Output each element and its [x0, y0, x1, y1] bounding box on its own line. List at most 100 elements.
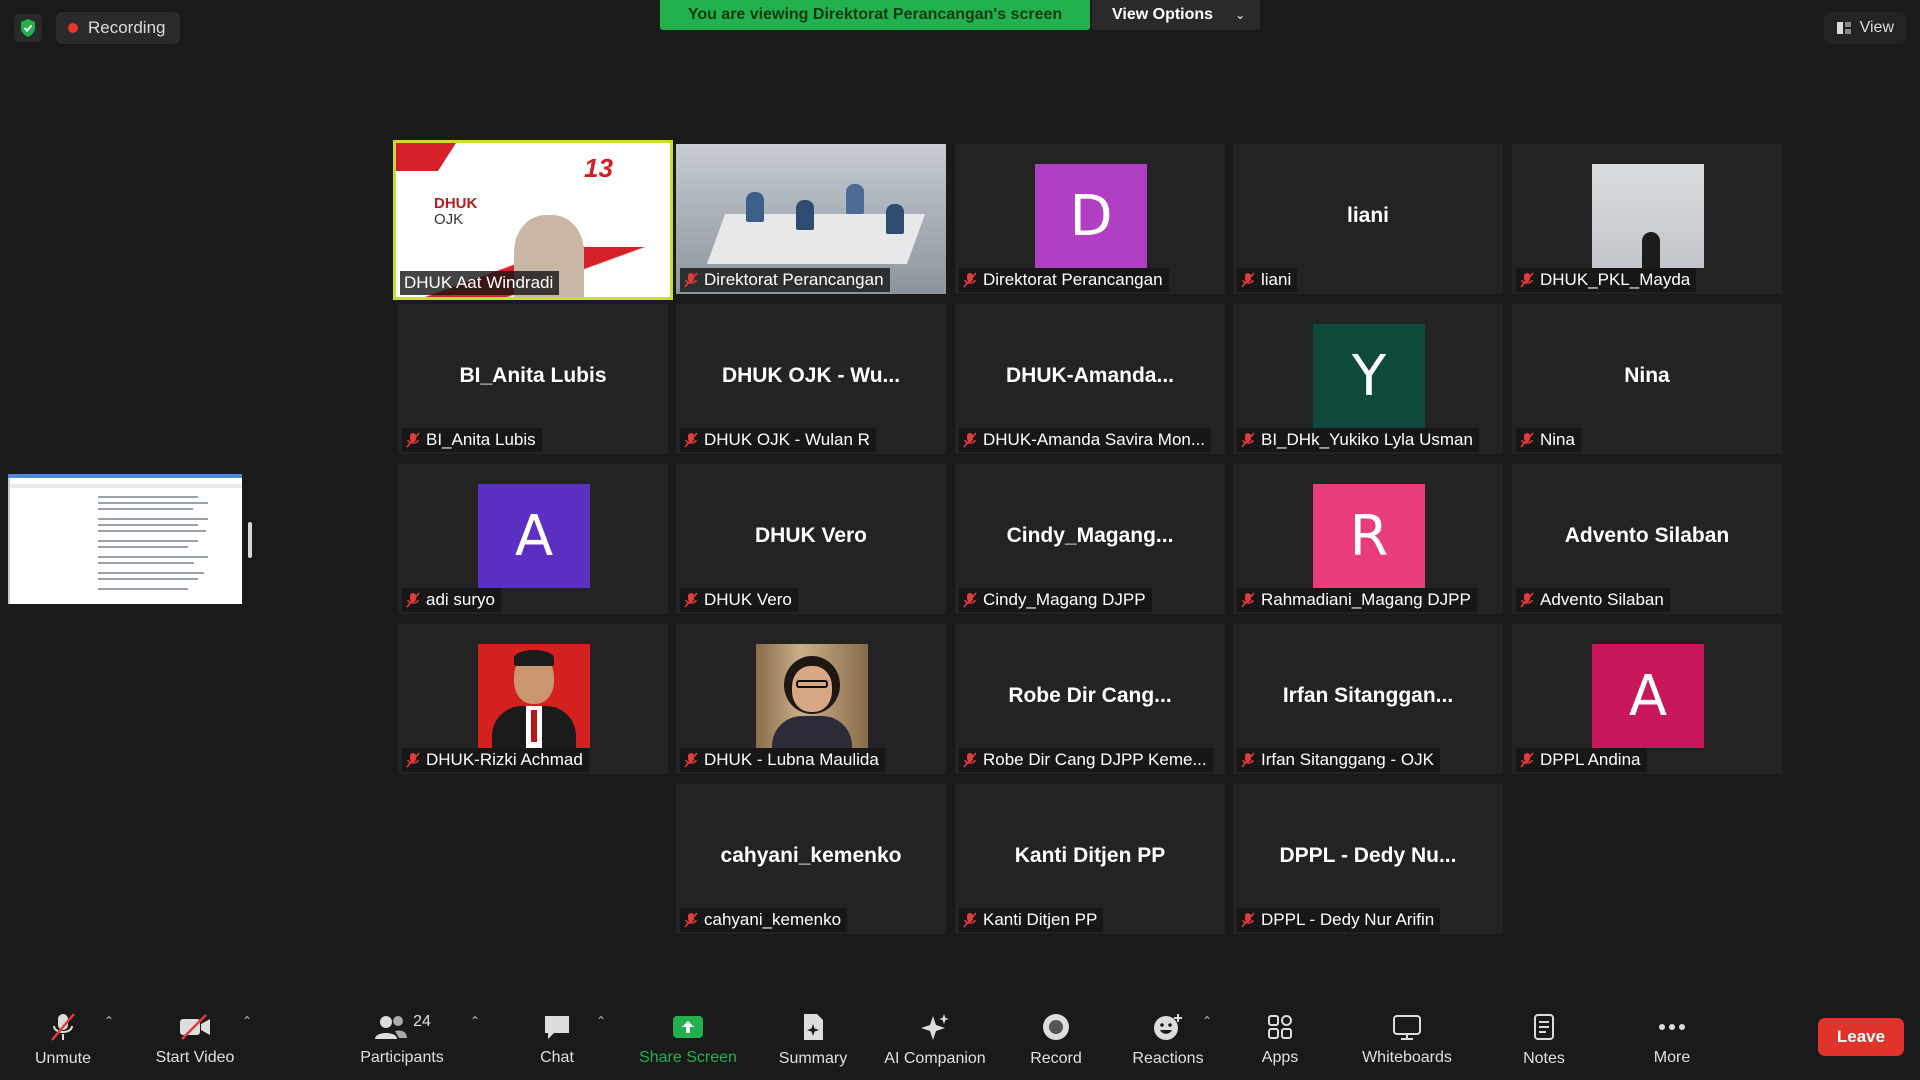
participant-name: Cindy_Magang DJPP	[983, 590, 1146, 609]
summary-button[interactable]: Summary	[770, 1000, 856, 1080]
participant-tile[interactable]: Direktorat Perancangan	[676, 144, 946, 294]
participant-tile[interactable]: DHUK - Lubna Maulida	[676, 624, 946, 774]
ai-companion-label: AI Companion	[884, 1050, 986, 1067]
participant-tile[interactable]: Cindy_Magang... Cindy_Magang DJPP	[955, 464, 1225, 614]
mic-muted-icon	[1241, 912, 1255, 928]
notes-button[interactable]: Notes	[1514, 1000, 1574, 1080]
summary-icon	[804, 1014, 823, 1040]
reactions-options-chevron-icon[interactable]: ⌃	[1202, 1014, 1212, 1028]
participant-tile[interactable]: R Rahmadiani_Magang DJPP	[1233, 464, 1503, 614]
video-options-chevron-icon[interactable]: ⌃	[242, 1014, 252, 1028]
participant-tile[interactable]: A adi suryo	[398, 464, 668, 614]
participant-tile[interactable]: BI_Anita Lubis BI_Anita Lubis	[398, 304, 668, 454]
participant-big-name: DHUK OJK - Wu...	[721, 364, 901, 387]
mic-muted-icon	[684, 272, 698, 288]
avatar-initial: Y	[1351, 343, 1387, 409]
participant-name-label: DHUK Aat Windradi	[400, 271, 560, 295]
participant-name: Kanti Ditjen PP	[983, 910, 1098, 929]
participants-options-chevron-icon[interactable]: ⌃	[470, 1014, 480, 1028]
participant-name-label: cahyani_kemenko	[680, 908, 848, 932]
participant-tile[interactable]: Nina Nina	[1512, 304, 1782, 454]
participant-avatar: D	[1035, 164, 1147, 268]
participant-name: Irfan Sitanggang - OJK	[1261, 750, 1434, 769]
participant-tile[interactable]: DHUK-Amanda... DHUK-Amanda Savira Mon...	[955, 304, 1225, 454]
participant-tile[interactable]: cahyani_kemenko cahyani_kemenko	[676, 784, 946, 934]
record-button[interactable]: Record	[1024, 1000, 1088, 1080]
participant-name-label: Direktorat Perancangan	[959, 268, 1169, 292]
participants-button[interactable]: 24 Participants	[355, 1000, 449, 1080]
chat-label: Chat	[540, 1049, 574, 1066]
participant-name-label: Direktorat Perancangan	[680, 268, 890, 292]
participant-tile[interactable]: Y BI_DHk_Yukiko Lyla Usman	[1233, 304, 1503, 454]
participant-tile[interactable]: Advento Silaban Advento Silaban	[1512, 464, 1782, 614]
ai-companion-button[interactable]: AI Companion	[876, 1000, 994, 1080]
participant-big-name: Irfan Sitanggan...	[1282, 684, 1454, 707]
share-screen-icon	[673, 1016, 703, 1038]
reactions-button[interactable]: Reactions	[1128, 1000, 1208, 1080]
video-off-icon	[180, 1014, 210, 1040]
reactions-label: Reactions	[1132, 1050, 1204, 1067]
more-button[interactable]: More	[1644, 1000, 1700, 1080]
start-video-button[interactable]: Start Video	[150, 1000, 240, 1080]
view-grid-icon	[1836, 22, 1851, 34]
participant-tile[interactable]: DHUK-Rizki Achmad	[398, 624, 668, 774]
zoom-meeting-window: Recording You are viewing Direktorat Per…	[0, 0, 1920, 1080]
participant-tile[interactable]: Irfan Sitanggan... Irfan Sitanggang - OJ…	[1233, 624, 1503, 774]
shared-screen-thumbnail[interactable]	[8, 474, 242, 604]
view-options-button[interactable]: View Options ⌄	[1092, 0, 1260, 30]
whiteboards-button[interactable]: Whiteboards	[1352, 1000, 1462, 1080]
participant-tile[interactable]: DPPL - Dedy Nu... DPPL - Dedy Nur Arifin	[1233, 784, 1503, 934]
mic-muted-icon	[1241, 752, 1255, 768]
mic-muted-icon	[963, 432, 977, 448]
notes-label: Notes	[1523, 1050, 1565, 1067]
unmute-button[interactable]: Unmute	[30, 1000, 96, 1080]
participant-name: Nina	[1540, 430, 1575, 449]
participant-tile[interactable]: DHUK Vero DHUK Vero	[676, 464, 946, 614]
participant-tile[interactable]: DHUK_PKL_Mayda	[1512, 144, 1782, 294]
participant-name: DHUK Aat Windradi	[404, 273, 554, 292]
participant-tile[interactable]: DHUK OJK 13 DHUK Aat Windradi	[393, 140, 673, 300]
record-dot-icon	[68, 23, 78, 33]
thumbnail-resize-handle[interactable]	[248, 522, 252, 558]
apps-button[interactable]: Apps	[1250, 1000, 1310, 1080]
mic-muted-icon	[1241, 432, 1255, 448]
whiteboard-icon	[1393, 1015, 1421, 1040]
participant-name-label: DHUK_PKL_Mayda	[1516, 268, 1697, 292]
participant-name-label: DHUK Vero	[680, 588, 798, 612]
participant-tile[interactable]: Robe Dir Cang... Robe Dir Cang DJPP Keme…	[955, 624, 1225, 774]
mic-muted-icon	[684, 912, 698, 928]
participant-tile[interactable]: D Direktorat Perancangan	[955, 144, 1225, 294]
leave-button[interactable]: Leave	[1818, 1018, 1904, 1056]
security-shield-icon[interactable]	[14, 14, 42, 42]
participant-photo	[478, 644, 590, 748]
participant-big-name: DPPL - Dedy Nu...	[1279, 844, 1457, 867]
audio-options-chevron-icon[interactable]: ⌃	[104, 1014, 114, 1028]
recording-indicator[interactable]: Recording	[56, 12, 180, 44]
mic-muted-icon	[51, 1013, 75, 1041]
participant-name: Direktorat Perancangan	[983, 270, 1163, 289]
participant-tile[interactable]: A DPPL Andina	[1512, 624, 1782, 774]
chat-button[interactable]: Chat	[530, 1000, 584, 1080]
participant-name-label: Rahmadiani_Magang DJPP	[1237, 588, 1477, 612]
mic-muted-icon	[963, 752, 977, 768]
chat-options-chevron-icon[interactable]: ⌃	[596, 1014, 606, 1028]
participant-name-label: DPPL Andina	[1516, 748, 1647, 772]
participant-name-label: Cindy_Magang DJPP	[959, 588, 1152, 612]
participant-name-label: DHUK-Rizki Achmad	[402, 748, 589, 772]
participant-big-name: liani	[1346, 204, 1389, 227]
participant-tile[interactable]: liani liani	[1233, 144, 1503, 294]
view-button[interactable]: View	[1823, 12, 1906, 44]
apps-icon	[1268, 1015, 1292, 1039]
share-screen-button[interactable]: Share Screen	[636, 1000, 740, 1080]
ojk-anniversary-badge: 13	[584, 153, 613, 183]
participant-name: DHUK-Rizki Achmad	[426, 750, 583, 769]
participant-tile[interactable]: DHUK OJK - Wu... DHUK OJK - Wulan R	[676, 304, 946, 454]
participant-name: Direktorat Perancangan	[704, 270, 884, 289]
mic-muted-icon	[406, 432, 420, 448]
participant-name: cahyani_kemenko	[704, 910, 842, 929]
view-label: View	[1859, 19, 1894, 36]
viewing-screen-banner: You are viewing Direktorat Perancangan's…	[660, 0, 1090, 30]
participant-big-name: Cindy_Magang...	[1006, 524, 1174, 547]
participant-tile[interactable]: Kanti Ditjen PP Kanti Ditjen PP	[955, 784, 1225, 934]
participant-name: DHUK Vero	[704, 590, 792, 609]
